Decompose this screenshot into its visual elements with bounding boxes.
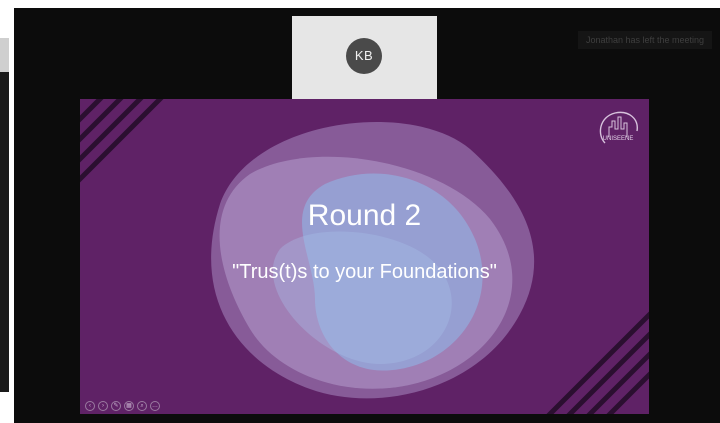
next-icon[interactable]: › — [98, 401, 108, 411]
slide-decoration — [80, 99, 649, 414]
left-window-body — [0, 72, 9, 392]
slide-subtitle: "Trus(t)s to your Foundations" — [232, 261, 497, 283]
left-window-edge — [0, 0, 14, 423]
zoom-icon[interactable]: ⌕ — [137, 401, 147, 411]
unisseene-logo: UNISEENE — [599, 111, 638, 144]
svg-text:UNISEENE: UNISEENE — [603, 136, 634, 142]
top-window-edge — [14, 0, 720, 8]
shared-presentation-slide: UNISEENE Round 2 "Trus(t)s to your Found… — [80, 99, 649, 414]
slides-grid-icon[interactable]: ▦ — [124, 401, 134, 411]
participant-video-tile[interactable]: KB — [292, 16, 437, 99]
previous-icon[interactable]: ‹ — [85, 401, 95, 411]
participant-avatar: KB — [346, 38, 382, 74]
slide-navigation-controls: ‹ › ✎ ▦ ⌕ … — [85, 401, 160, 412]
more-icon[interactable]: … — [150, 401, 160, 411]
left-window-header — [0, 38, 9, 72]
slide-title: Round 2 — [307, 199, 422, 232]
bottom-window-edge — [14, 414, 720, 423]
pen-icon[interactable]: ✎ — [111, 401, 121, 411]
notification-toast: Jonathan has left the meeting — [578, 31, 712, 49]
